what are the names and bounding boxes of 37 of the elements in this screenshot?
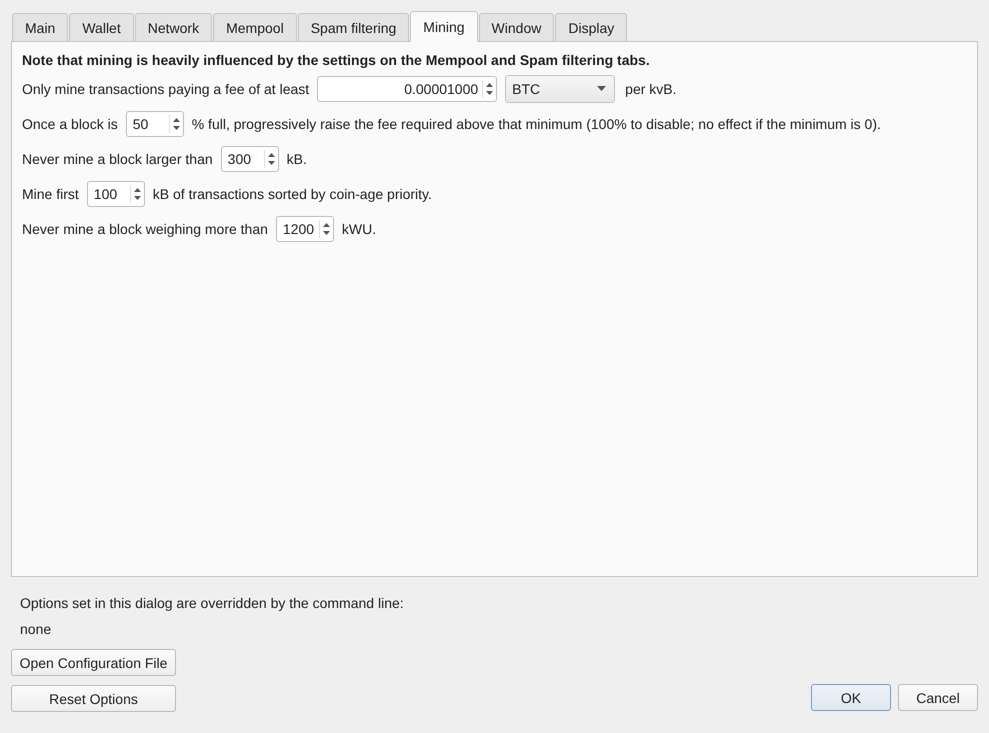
setting-label: kB of transactions sorted by coin-age priority. (152, 186, 432, 202)
note-text: Note that mining is heavily influenced by the settings on the Mempool and Spam filtering tabs. (22, 52, 651, 68)
dialog-button[interactable]: Reset Options (11, 685, 176, 712)
tab[interactable]: Window (478, 13, 554, 41)
setting-label: Once a block is (22, 116, 118, 132)
currency-dropdown[interactable]: BTC (505, 75, 616, 103)
tab[interactable]: Wallet (69, 13, 134, 41)
cancel-button[interactable]: Cancel (898, 684, 978, 711)
setting-label: Never mine a block larger than (22, 151, 213, 167)
spin-arrows-icon[interactable] (130, 185, 142, 203)
spin-box[interactable]: 0.00001000 (317, 76, 498, 102)
setting-label: per kvB. (625, 81, 677, 97)
spin-box[interactable]: 300 (220, 146, 279, 172)
tab[interactable]: Mempool (213, 13, 297, 41)
spin-arrows-icon[interactable] (168, 115, 181, 133)
tab[interactable]: Spam filtering (298, 13, 410, 41)
dialog-button[interactable]: Open Configuration File (11, 649, 176, 676)
tab[interactable]: Mining (410, 11, 478, 42)
spin-box[interactable]: 100 (86, 181, 145, 207)
tab[interactable]: Network (134, 13, 212, 41)
ok-button[interactable]: OK (811, 684, 891, 711)
spin-box[interactable]: 1200 (276, 216, 334, 242)
override-value: none (20, 621, 52, 639)
spin-arrows-icon[interactable] (318, 220, 331, 238)
setting-label: kWU. (342, 221, 376, 237)
override-label: Options set in this dialog are overridden by the command line: (20, 595, 405, 613)
caret-icon (597, 86, 606, 92)
setting-label: Mine first (22, 186, 79, 202)
setting-label: Only mine transactions paying a fee of at least (22, 81, 310, 97)
spin-box[interactable]: 50 (126, 111, 184, 137)
setting-label: % full, progressively raise the fee required above that minimum (100% to disable; no effect if the minimum is 0). (192, 116, 881, 132)
tab[interactable]: Main (12, 13, 68, 41)
setting-label: Never mine a block weighing more than (22, 221, 268, 237)
setting-label: kB. (286, 151, 307, 167)
spin-arrows-icon[interactable] (264, 150, 276, 168)
tab[interactable]: Display (555, 13, 628, 41)
spin-arrows-icon[interactable] (482, 80, 494, 98)
